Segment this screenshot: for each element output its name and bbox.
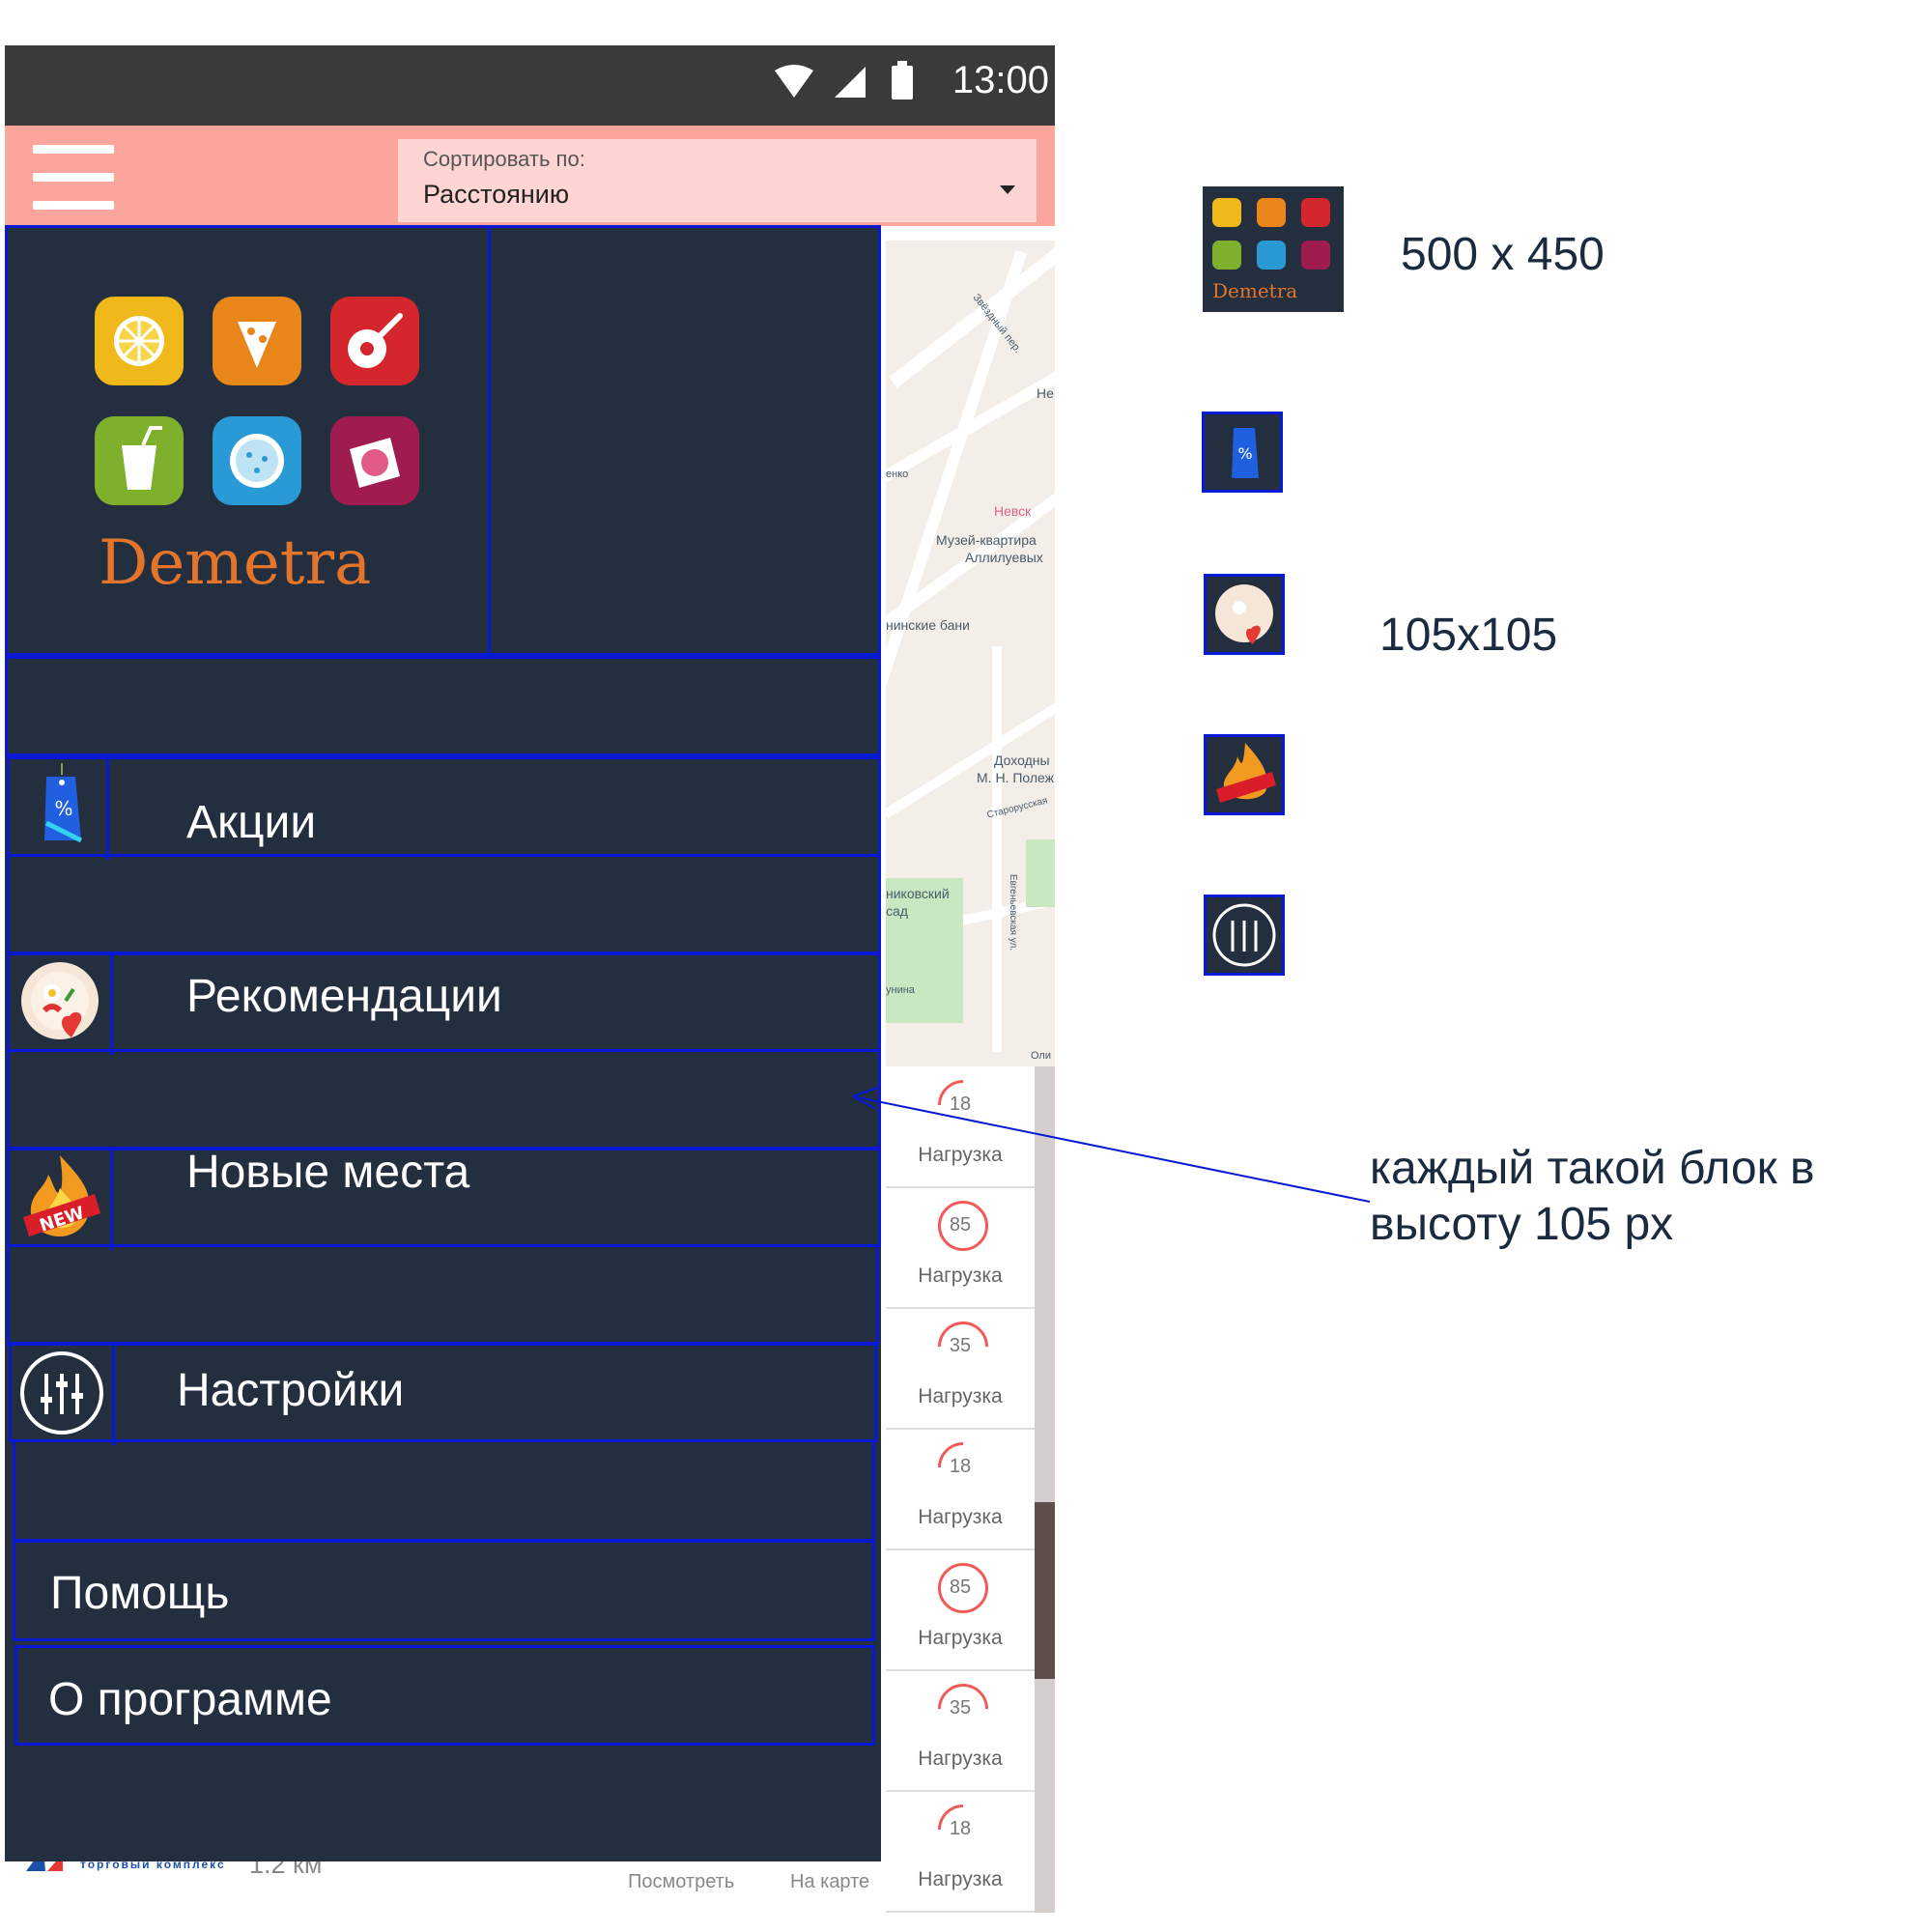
block-height-annotation-line1: каждый такой блок в: [1370, 1143, 1815, 1194]
annotation-pointer-line: [852, 1087, 1371, 1203]
block-height-annotation-line2: высоту 105 px: [1370, 1199, 1674, 1250]
